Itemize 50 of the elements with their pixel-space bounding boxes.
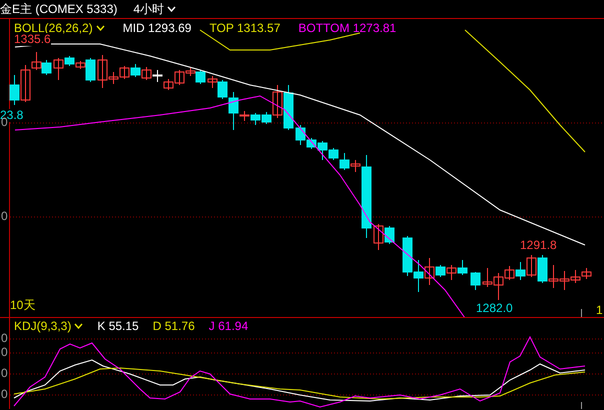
axis-label: 0 xyxy=(1,332,8,345)
candlestick xyxy=(130,64,140,78)
candlestick xyxy=(516,262,526,280)
axis-label: 0 xyxy=(1,210,8,223)
candlestick xyxy=(582,268,592,280)
indicator-selector[interactable]: BOLL(26,26,2) xyxy=(14,21,105,35)
candlestick xyxy=(570,270,580,284)
candlestick xyxy=(470,272,480,290)
legend-value: BOTTOM 1273.81 xyxy=(298,21,396,35)
price-label: 1282.0 xyxy=(476,302,513,315)
candlestick xyxy=(120,66,130,80)
candlestick xyxy=(548,264,558,288)
chevron-down-icon xyxy=(96,25,105,31)
candlestick xyxy=(340,152,350,170)
edge-label: 1 xyxy=(596,304,603,317)
candlestick xyxy=(384,226,394,244)
tick-mark xyxy=(581,402,582,409)
price-label: 1335.6 xyxy=(14,33,51,46)
candlestick xyxy=(374,224,384,250)
axis-label: 0 xyxy=(1,346,8,359)
axis-label: 0 xyxy=(1,388,8,401)
candlestick xyxy=(42,60,52,76)
legend-value: TOP 1313.57 xyxy=(209,21,280,35)
instrument-title: 金E主 (COMEX 5333) xyxy=(0,0,118,18)
candlestick xyxy=(538,254,548,284)
candlestick xyxy=(402,236,412,276)
chevron-down-icon xyxy=(74,323,84,329)
tick-mark xyxy=(581,308,582,317)
candlestick xyxy=(458,260,468,276)
candlestick xyxy=(526,254,536,278)
candlestick xyxy=(152,70,162,82)
chevron-down-icon xyxy=(167,6,176,12)
legend-value: D 51.76 xyxy=(152,319,195,333)
candlestick xyxy=(446,264,456,280)
legend-value: K 55.15 xyxy=(97,319,139,333)
legend-value: MID 1293.69 xyxy=(122,21,192,35)
candlestick xyxy=(482,268,492,288)
candlestick xyxy=(164,78,174,90)
indicator-selector[interactable]: KDJ(9,3,3) xyxy=(14,319,84,333)
candlestick xyxy=(250,112,260,126)
candlestick xyxy=(142,66,152,80)
period-label: 10天 xyxy=(10,299,36,312)
candlestick xyxy=(284,84,294,130)
price-label: 1291.8 xyxy=(520,239,557,252)
candlestick xyxy=(414,260,424,292)
candlestick xyxy=(560,270,570,290)
axis-label: 0 xyxy=(1,367,8,380)
period-selector[interactable]: 4小时 xyxy=(133,0,176,18)
legend-value: J 61.94 xyxy=(208,319,248,333)
candlestick xyxy=(10,74,20,106)
